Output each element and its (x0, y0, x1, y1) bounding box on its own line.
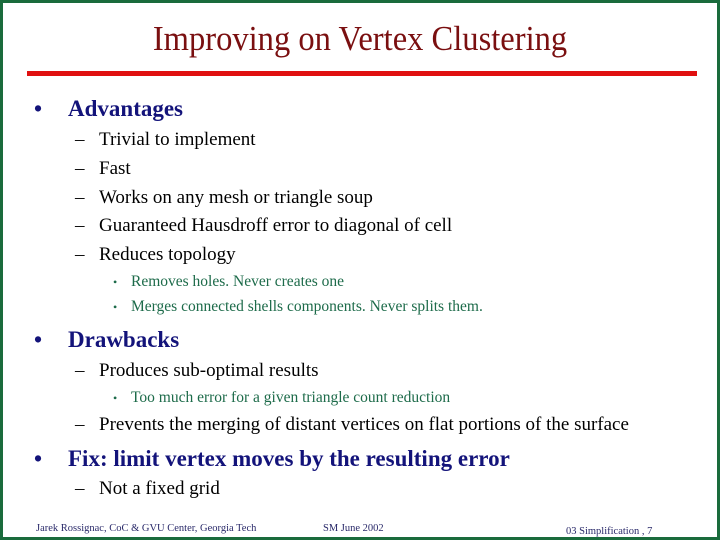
footer-author: Jarek Rossignac, CoC & GVU Center, Georg… (36, 523, 257, 534)
dash-icon: – (75, 187, 85, 208)
title-underline (27, 71, 697, 76)
slide-title: Improving on Vertex Clustering (152, 19, 568, 58)
sub-list-item-text: Merges connected shells components. Neve… (131, 298, 483, 315)
dash-icon: – (75, 414, 85, 435)
list-item-text: Reduces topology (99, 244, 236, 265)
list-item-text: Not a fixed grid (99, 478, 220, 499)
bullet-icon: • (34, 96, 43, 121)
list-item-text: Trivial to implement (99, 129, 256, 150)
section-heading: Fix: limit vertex moves by the resulting… (68, 446, 510, 471)
sub-list-item-text: Too much error for a given triangle coun… (131, 389, 451, 406)
footer-page-number: 03 Simplification , 7 (566, 526, 653, 537)
list-item-text: Guaranteed Hausdroff error to diagonal o… (99, 215, 453, 236)
sub-list-item-text: Removes holes. Never creates one (131, 273, 345, 290)
sub-bullet-icon: • (113, 300, 118, 314)
list-item-text: Fast (99, 158, 131, 179)
list-item-text: Produces sub-optimal results (99, 360, 319, 381)
footer-event: SM June 2002 (323, 523, 384, 534)
dash-icon: – (75, 158, 85, 179)
list-item-text: Prevents the merging of distant vertices… (99, 414, 629, 435)
section-heading: Drawbacks (68, 327, 180, 352)
sub-bullet-icon: • (113, 275, 118, 289)
section-heading: Advantages (68, 96, 184, 121)
dash-icon: – (75, 129, 85, 150)
bullet-icon: • (34, 446, 43, 471)
dash-icon: – (75, 244, 85, 265)
bullet-icon: • (34, 327, 43, 352)
list-item-text: Works on any mesh or triangle soup (99, 187, 373, 208)
dash-icon: – (75, 360, 85, 381)
slide: Improving on Vertex Clustering • Advanta… (0, 0, 720, 540)
dash-icon: – (75, 215, 85, 236)
dash-icon: – (75, 478, 85, 499)
sub-bullet-icon: • (113, 391, 118, 405)
